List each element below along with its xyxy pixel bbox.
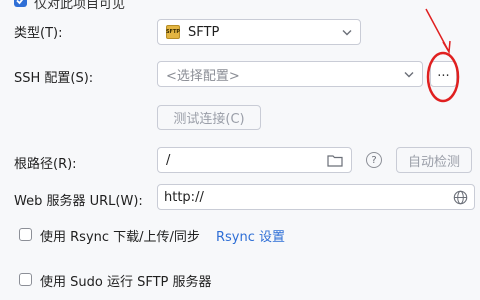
top-visibility-label: 仅对此项目可见 xyxy=(34,0,126,12)
root-path-value: / xyxy=(166,152,171,168)
help-icon[interactable]: ? xyxy=(366,152,382,168)
sudo-label[interactable]: 使用 Sudo 运行 SFTP 服务器 xyxy=(40,271,212,290)
type-select[interactable]: SFTP SFTP xyxy=(157,19,361,45)
auto-detect-label: 自动检测 xyxy=(407,154,460,170)
auto-detect-button[interactable]: 自动检测 xyxy=(396,147,472,173)
globe-icon[interactable] xyxy=(453,190,468,205)
rsync-settings-link[interactable]: Rsync 设置 xyxy=(216,226,285,245)
type-select-value: SFTP xyxy=(188,24,220,40)
folder-icon[interactable] xyxy=(327,154,343,167)
ssh-config-placeholder: <选择配置> xyxy=(166,68,240,84)
test-connection-button[interactable]: 测试连接(C) xyxy=(157,105,261,130)
web-url-input[interactable]: http:// xyxy=(157,184,475,210)
checkmark-icon xyxy=(16,0,24,5)
rsync-label[interactable]: 使用 Rsync 下载/上传/同步 xyxy=(40,226,200,245)
ssh-config-label: SSH 配置(S): xyxy=(14,71,94,86)
test-connection-label: 测试连接(C) xyxy=(173,112,245,127)
rsync-checkbox[interactable] xyxy=(19,228,32,241)
web-url-label: Web 服务器 URL(W): xyxy=(14,194,143,209)
sudo-checkbox[interactable] xyxy=(19,273,32,286)
root-path-label: 根路径(R): xyxy=(14,157,77,172)
root-path-input[interactable]: / xyxy=(157,147,352,173)
web-url-value: http:// xyxy=(164,189,204,205)
ssh-config-select[interactable]: <选择配置> xyxy=(157,61,423,87)
type-label: 类型(T): xyxy=(14,26,63,41)
annotation-arrow xyxy=(425,8,460,103)
sftp-icon-text: SFTP xyxy=(165,29,181,35)
top-visibility-checkbox[interactable] xyxy=(14,0,27,7)
sftp-icon: SFTP xyxy=(166,25,180,39)
chevron-down-icon xyxy=(342,30,352,36)
